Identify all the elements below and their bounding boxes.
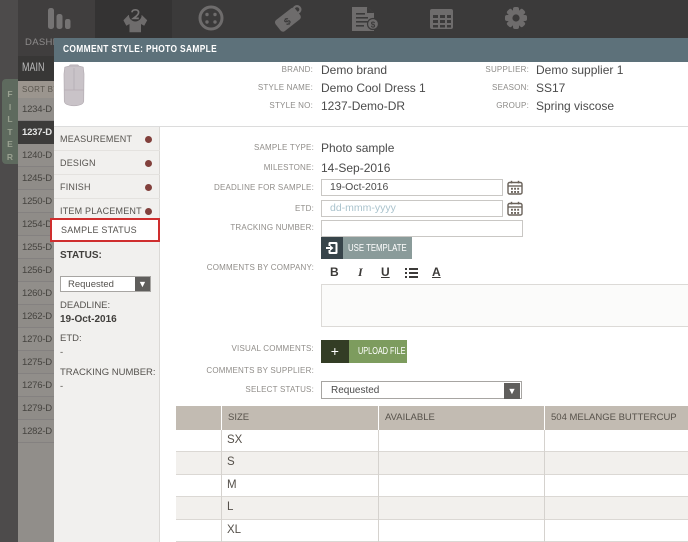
svg-text:$: $: [371, 21, 376, 30]
